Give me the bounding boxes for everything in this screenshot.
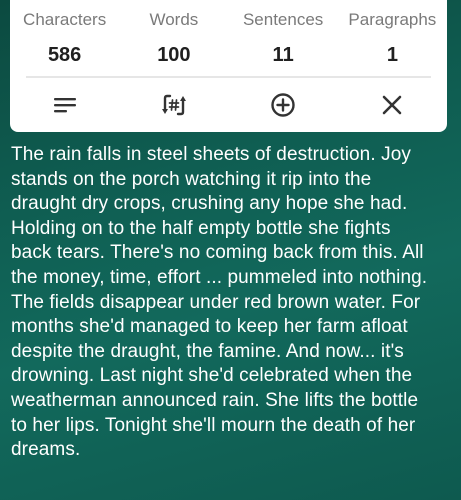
close-icon — [383, 95, 402, 115]
stat-value: 100 — [157, 44, 191, 66]
text-line: stands on the porch watching it rip into… — [11, 168, 372, 190]
stat-label: Characters — [23, 10, 107, 29]
stat-paragraphs: Paragraphs 1 — [338, 10, 447, 66]
text-line: The rain falls in steel sheets of destru… — [11, 144, 411, 165]
close-button[interactable] — [338, 84, 447, 126]
text-line: to her lips. Tonight she'll mourn the de… — [11, 414, 416, 436]
text-line: The fields disappear under red brown wat… — [11, 291, 421, 313]
hashtag-refresh-icon — [161, 94, 186, 116]
menu-lines-icon — [53, 98, 76, 113]
add-button[interactable] — [229, 84, 338, 126]
toolbar — [10, 84, 447, 126]
text-line: months she'd managed to keep her farm af… — [11, 316, 408, 338]
stat-label: Sentences — [242, 10, 324, 29]
text-line: back tears. There's no coming back from … — [11, 242, 424, 264]
stat-value: 1 — [386, 44, 398, 66]
text-line: the money, time, effort ... pummeled int… — [11, 266, 428, 288]
text-line: despite the draught, the famine. And now… — [11, 340, 404, 362]
stat-sentences: Sentences 11 — [229, 10, 338, 66]
text-body[interactable]: The rain falls in steel sheets of destru… — [11, 143, 457, 463]
stat-value: 11 — [272, 44, 294, 66]
text-line: weatherman announced rain. She lifts the… — [11, 389, 419, 411]
text-line: draught dry crops, crushing any hope she… — [11, 193, 408, 215]
format-button[interactable] — [10, 84, 119, 126]
stat-label: Words — [149, 10, 199, 29]
stats-row: Characters 586 Words 100 Sentences 11 Pa… — [10, 0, 447, 66]
stat-characters: Characters 586 — [10, 10, 119, 66]
text-line: drowning. Last night she'd celebrated wh… — [11, 365, 413, 387]
stat-value: 586 — [47, 44, 82, 66]
text-line: dreams. — [11, 439, 81, 461]
stat-words: Words 100 — [119, 10, 228, 66]
add-circle-icon — [271, 93, 295, 117]
stat-label: Paragraphs — [348, 10, 437, 29]
stats-card: Characters 586 Words 100 Sentences 11 Pa… — [10, 0, 447, 132]
hashtag-refresh-button[interactable] — [119, 84, 228, 126]
divider — [26, 76, 431, 78]
text-line: Holding on to the half empty bottle she … — [11, 217, 391, 239]
